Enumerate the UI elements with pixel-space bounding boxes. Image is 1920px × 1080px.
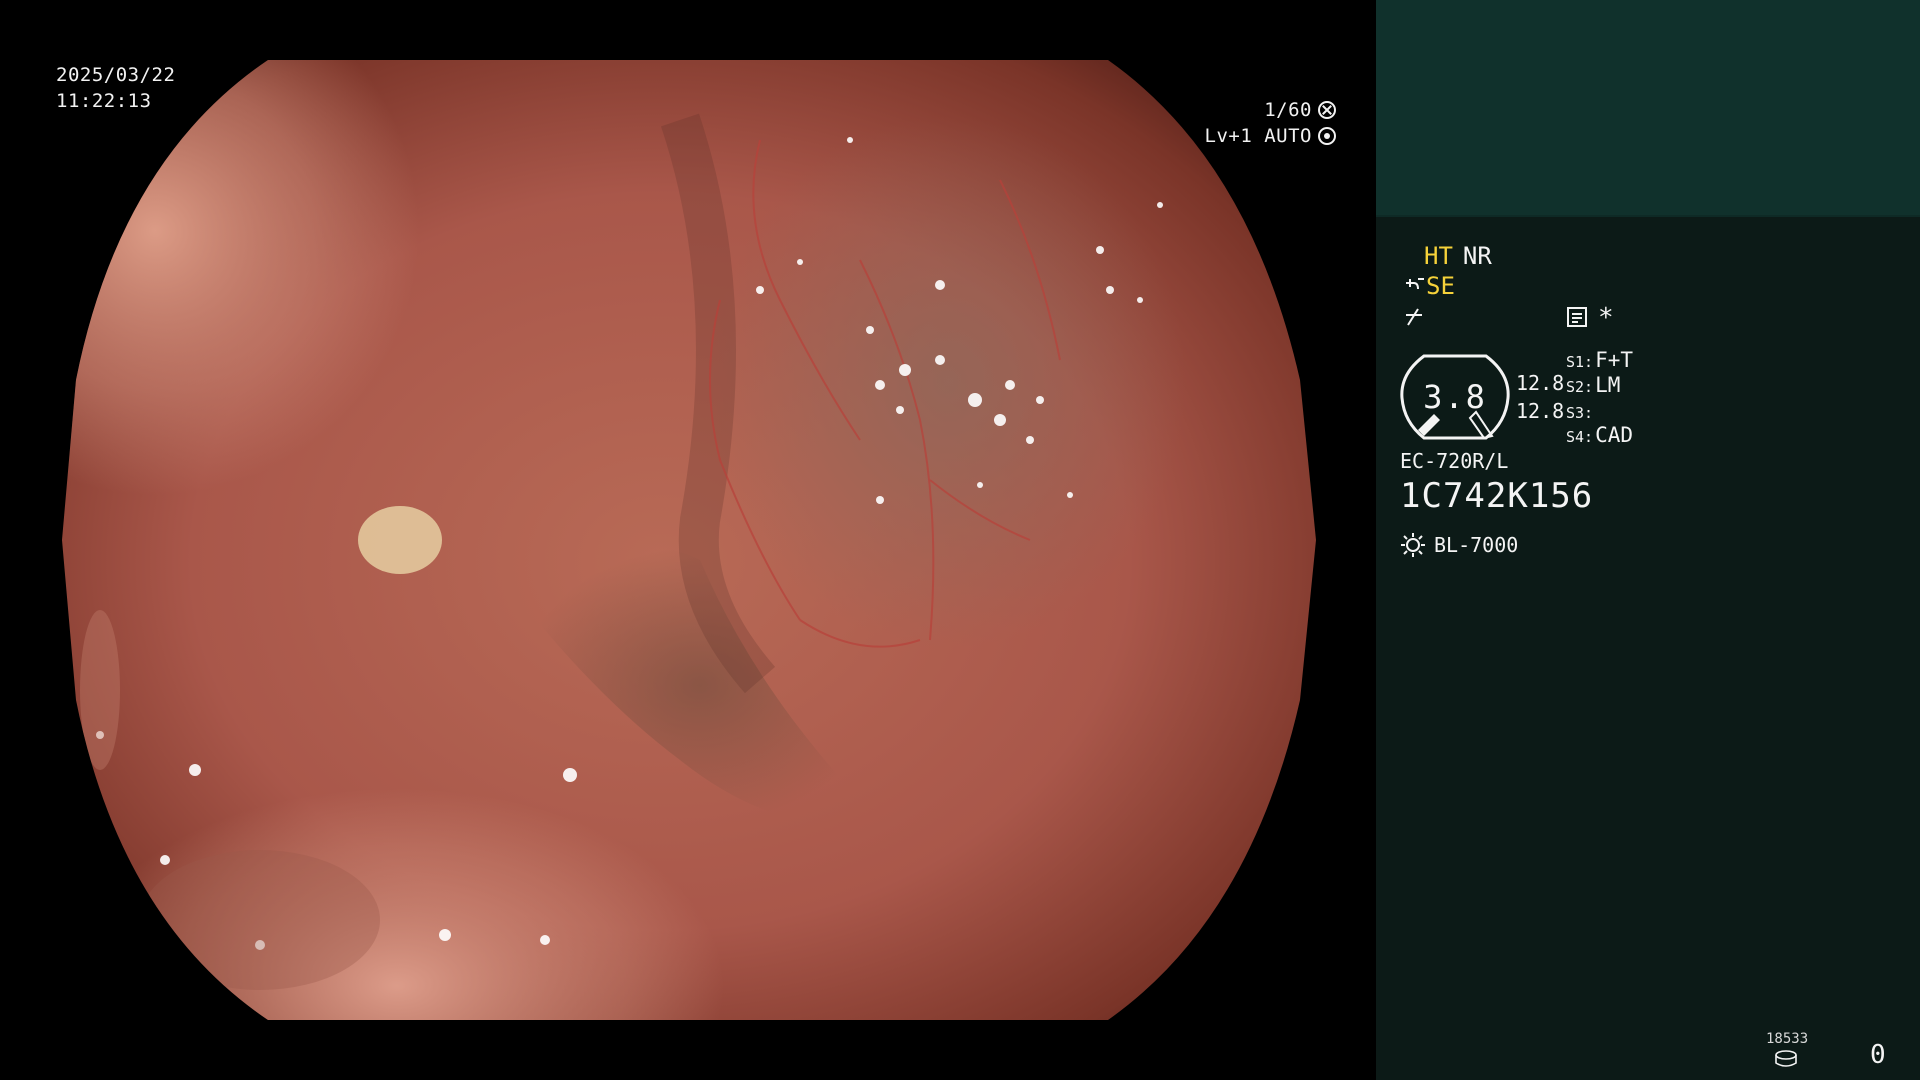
light-source: BL-7000 [1400,532,1518,558]
image-counter-small: 18533 [1766,1031,1809,1047]
structure-enhancement-icon [1406,278,1424,290]
switch-s2: S2:LM [1566,373,1620,397]
switch-value: LM [1595,373,1621,397]
switch-key: S3: [1566,404,1594,422]
switch-s3: S3: [1566,399,1595,423]
light-source-label: BL-7000 [1434,533,1519,557]
shutter-icon [1318,101,1336,119]
ht-mode-label: HT [1424,242,1453,270]
iris-icon [1318,127,1336,145]
color-enhancement-icon [1406,308,1422,326]
nr-mode-label: NR [1462,242,1492,270]
switch-key: S4: [1566,428,1594,446]
exposure-overlay: 1/60 Lv+1 AUTO [1205,97,1336,149]
time-text: 11:22:13 [56,90,152,112]
endoscopic-image-view: 2025/03/22 11:22:13 1/60 Lv+1 AUTO [0,0,1376,1080]
scope-model: EC-720R/L [1400,449,1509,473]
date-time-overlay: 2025/03/22 11:22:13 [56,62,175,114]
switch-value: F+T [1595,348,1634,372]
switch-key: S2: [1566,378,1594,396]
endoscopic-image [62,60,1316,1020]
info-panel-header [1376,0,1920,217]
lamp-icon [1401,533,1425,557]
switch-key: S1: [1566,353,1594,371]
switch-s1: S1:F+T [1566,348,1633,372]
mode-row-color [1404,302,1426,330]
shutter-speed-text: 1/60 [1264,99,1312,121]
endoscope-screen: 2025/03/22 11:22:13 1/60 Lv+1 AUTO HT NR … [0,0,1920,1080]
se-mode-label: SE [1426,272,1455,300]
magnification-1: 12.8 [1516,371,1565,395]
asterisk-indicator: * [1598,303,1614,333]
switch-value: CAD [1595,423,1634,447]
memo-icon [1567,307,1587,327]
magnification-2: 12.8 [1516,399,1565,423]
switch-s4: S4:CAD [1566,423,1633,447]
zoom-dial: 3.8 [1400,352,1510,442]
date-text: 2025/03/22 [56,64,176,86]
mode-row-ht-nr: HT NR [1424,242,1492,270]
info-panel: HT NR SE * 3.8 12.8 12.8 S1:F+T S2:LM S3… [1376,0,1920,1080]
storage-icon [1775,1050,1797,1067]
zoom-value: 3.8 [1423,378,1487,416]
image-counter: 0 [1870,1040,1886,1070]
mode-row-se: SE [1404,272,1455,300]
level-mode-text: Lv+1 AUTO [1204,125,1312,147]
scope-serial: 1C742K156 [1400,476,1594,516]
